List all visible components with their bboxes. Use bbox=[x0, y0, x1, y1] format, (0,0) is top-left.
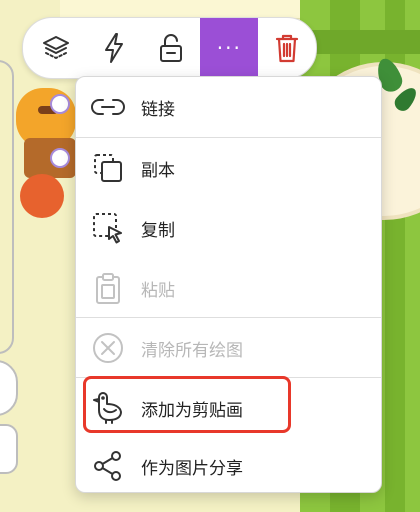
delete-button[interactable] bbox=[258, 18, 316, 78]
selection-handle[interactable] bbox=[50, 148, 70, 168]
share-icon bbox=[90, 448, 126, 484]
effects-button[interactable] bbox=[85, 18, 143, 78]
clear-drawings-icon bbox=[90, 330, 126, 366]
link-icon bbox=[90, 89, 126, 125]
menu-item-label: 链接 bbox=[141, 99, 175, 120]
lock-button[interactable] bbox=[143, 18, 201, 78]
paste-icon bbox=[90, 270, 126, 306]
menu-item-link[interactable]: 链接 bbox=[76, 77, 381, 137]
menu-item-label: 作为图片分享 bbox=[141, 458, 243, 479]
lightning-icon bbox=[100, 32, 128, 64]
selection-handle[interactable] bbox=[50, 94, 70, 114]
copy-icon bbox=[90, 210, 126, 246]
layers-icon bbox=[41, 33, 71, 63]
side-panel-edge bbox=[0, 60, 14, 354]
more-icon: ··· bbox=[216, 36, 242, 60]
object-toolbar: ··· bbox=[22, 17, 317, 79]
menu-item-clear-drawings[interactable]: 清除所有绘图 bbox=[76, 318, 381, 378]
unlock-icon bbox=[157, 32, 185, 64]
menu-item-share-image[interactable]: 作为图片分享 bbox=[76, 436, 381, 492]
menu-item-label: 复制 bbox=[141, 220, 175, 241]
more-options-button[interactable]: ··· bbox=[200, 18, 259, 78]
menu-item-duplicate[interactable]: 副本 bbox=[76, 138, 381, 198]
menu-item-paste[interactable]: 粘贴 bbox=[76, 258, 381, 318]
menu-item-label: 粘贴 bbox=[141, 280, 175, 301]
trash-icon bbox=[274, 32, 300, 64]
menu-item-label: 清除所有绘图 bbox=[141, 340, 243, 361]
highlight-annotation bbox=[83, 376, 291, 433]
layers-button[interactable] bbox=[23, 18, 85, 78]
tablecloth-band bbox=[300, 30, 420, 54]
menu-item-copy[interactable]: 复制 bbox=[76, 198, 381, 258]
menu-item-label: 副本 bbox=[141, 160, 175, 181]
pumpkin bbox=[20, 174, 64, 218]
duplicate-icon bbox=[90, 150, 126, 186]
side-square-button[interactable] bbox=[0, 424, 18, 474]
